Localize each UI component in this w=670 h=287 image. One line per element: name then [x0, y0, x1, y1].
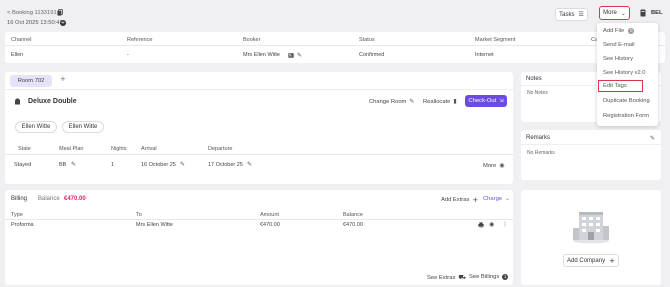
plus-icon: + — [472, 196, 479, 204]
edit-booker-icon[interactable]: ✎ — [297, 52, 302, 59]
edit-remarks-icon[interactable]: ✎ — [650, 135, 655, 142]
menu-see-history[interactable]: See History — [597, 52, 657, 66]
check-out-button[interactable]: Check-Out ⇲ — [465, 95, 507, 107]
status-value: Confirmed — [359, 52, 385, 58]
booking-datetime: 16 Oct 2025 13:50:43 — [7, 20, 63, 26]
arrival-value: 16 October 25 — [141, 162, 176, 168]
col-to: To — [136, 212, 142, 218]
room-card: Room 702 + Deluxe Double Change Room ✎ Re… — [5, 72, 513, 184]
balance-label: Balance — [38, 196, 60, 202]
user-badge[interactable]: BEL — [651, 10, 663, 16]
departure-value: 17 October 25 — [208, 162, 243, 168]
col-arrival: Arrival — [141, 146, 157, 152]
col-amount: Amount — [260, 212, 279, 218]
file-count-badge: 0 — [628, 28, 635, 34]
user-icon[interactable] — [640, 9, 646, 17]
col-state: State — [18, 146, 31, 152]
contact-card-icon[interactable] — [288, 52, 294, 58]
charge-dropdown[interactable]: Charge ⌄ — [483, 196, 510, 202]
summary-divider — [5, 45, 665, 46]
see-billings-button[interactable]: See Billings 1 — [469, 274, 509, 280]
add-time-icon[interactable]: + — [60, 19, 66, 26]
channel-value: Ellen — [11, 52, 24, 58]
billing-card: Billing Balance €470.00 Add Extras + Char… — [5, 190, 513, 285]
room-type: Deluxe Double — [28, 98, 77, 105]
col-channel: Channel — [11, 37, 32, 43]
company-card: Add Company + — [521, 190, 661, 285]
tasks-button[interactable]: Tasks ☰ — [555, 8, 588, 21]
add-company-button[interactable]: Add Company + — [563, 254, 619, 267]
col-status: Status — [359, 37, 375, 43]
edit-meal-plan-icon[interactable]: ✎ — [71, 161, 76, 168]
col-balance: Balance — [343, 212, 363, 218]
billing-to-value: Mrs Ellen Witte — [136, 222, 173, 228]
change-room-button[interactable]: Change Room ✎ — [369, 98, 414, 105]
col-meal-plan: Meal Plan — [59, 146, 84, 152]
cart-icon: ⛟ — [458, 274, 466, 281]
more-button[interactable]: More ⌄ — [599, 6, 630, 20]
col-market-segment: Market Segment — [475, 37, 516, 43]
booking-back-link[interactable]: < Booking 1133191 — [7, 10, 57, 16]
notes-title: Notes — [526, 76, 542, 82]
meal-plan-value: BB — [59, 162, 67, 168]
menu-see-history-v2[interactable]: See History v2.0 — [597, 66, 657, 80]
edit-departure-icon[interactable]: ✎ — [247, 161, 252, 168]
add-room-tab[interactable]: + — [60, 75, 66, 83]
plus-icon: + — [609, 256, 615, 265]
eye-icon: ◉ — [499, 162, 505, 169]
tab-divider — [5, 89, 513, 90]
menu-duplicate-booking[interactable]: Duplicate Booking — [597, 94, 657, 108]
room-table-divider — [5, 154, 513, 155]
door-icon: ▮ — [453, 98, 457, 105]
billing-divider — [5, 219, 513, 220]
nights-value: 1 — [111, 162, 115, 168]
room-more-button[interactable]: More ◉ — [483, 162, 504, 169]
guest-chip-1[interactable]: Ellen Witte — [15, 121, 57, 133]
print-icon[interactable] — [478, 222, 484, 228]
edit-arrival-icon[interactable]: ✎ — [180, 161, 185, 168]
col-reference: Reference — [127, 37, 153, 43]
billing-amount-value: €470.00 — [260, 222, 280, 228]
tab-room-702[interactable]: Room 702 — [10, 75, 52, 87]
pencil-icon: ✎ — [409, 98, 415, 105]
bed-icon — [14, 98, 21, 105]
view-icon[interactable]: ◉ — [489, 221, 494, 228]
remarks-empty: No Remarks — [527, 150, 555, 156]
market-segment-value: Internet — [475, 52, 494, 58]
remarks-divider — [521, 144, 661, 145]
menu-edit-tags[interactable]: Edit Tags — [598, 80, 643, 92]
balance-value: €470.00 — [64, 196, 86, 202]
kebab-menu-icon[interactable]: ⋮ — [502, 221, 508, 228]
building-illustration — [571, 208, 611, 244]
billing-title: Billing — [11, 196, 28, 202]
reference-value: - — [127, 52, 129, 58]
col-type: Type — [11, 212, 23, 218]
chevron-down-icon: ⌄ — [620, 9, 626, 17]
booker-value: Mrs Ellen Witte — [243, 52, 280, 58]
remarks-title: Remarks — [526, 135, 551, 141]
reallocate-button[interactable]: Reallocate ▮ — [423, 98, 457, 105]
billing-type-value: Proforma — [11, 222, 34, 228]
menu-registration-form[interactable]: Registration Form — [597, 109, 657, 123]
guest-chip-2[interactable]: Ellen Witte — [62, 121, 104, 133]
see-extras-button[interactable]: See Extras ⛟ — [427, 274, 466, 282]
col-booker: Booker — [243, 37, 261, 43]
state-value: Stayed — [14, 162, 32, 168]
col-nights: Nights — [111, 146, 127, 152]
copy-icon[interactable] — [57, 9, 63, 16]
remarks-card: Remarks ✎ No Remarks — [521, 130, 661, 180]
list-icon: ☰ — [578, 11, 584, 18]
billings-count-badge: 1 — [502, 274, 509, 280]
menu-send-email[interactable]: Send E-mail — [597, 38, 657, 52]
booking-summary: Channel Reference Booker Status Market S… — [5, 32, 665, 63]
chevron-down-icon: ⌄ — [505, 196, 510, 202]
notes-empty: No Notes — [527, 90, 548, 96]
add-extras-button[interactable]: Add Extras + — [441, 196, 478, 204]
more-dropdown-menu: Add File 0 Send E-mail See History See H… — [597, 23, 658, 126]
checkout-icon: ⇲ — [499, 98, 504, 104]
menu-add-file[interactable]: Add File 0 — [597, 24, 657, 38]
billing-balance-value: €470.00 — [343, 222, 363, 228]
col-departure: Departure — [208, 146, 233, 152]
